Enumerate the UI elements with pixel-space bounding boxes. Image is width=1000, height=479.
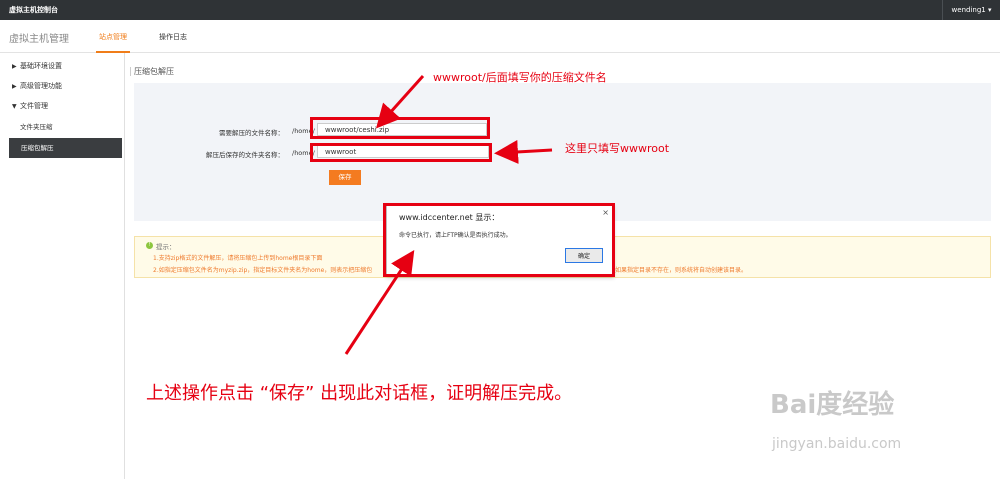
arrow-to-target-input bbox=[494, 139, 553, 164]
arrow-to-dialog bbox=[344, 249, 415, 355]
watermark-logo: Bai度经验 bbox=[770, 390, 895, 420]
annotation-right: 这里只填写wwwroot bbox=[565, 142, 670, 155]
annotation-top: wwwroot/后面填写你的压缩文件名 bbox=[433, 71, 607, 84]
annotation-bottom: 上述操作点击 “保存” 出现此对话框，证明解压完成。 bbox=[146, 383, 573, 404]
arrow-to-archive-input bbox=[375, 74, 425, 129]
watermark-url: jingyan.baidu.com bbox=[772, 436, 902, 452]
